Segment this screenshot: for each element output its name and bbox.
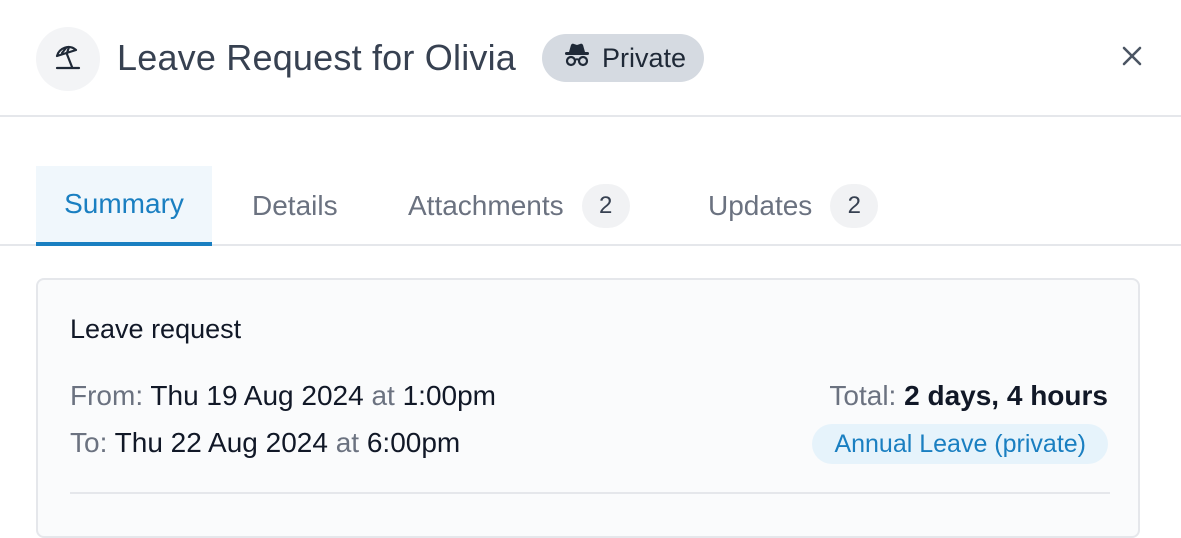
modal-header: Leave Request for Olivia Private bbox=[0, 0, 1181, 117]
total-value: 2 days, 4 hours bbox=[904, 380, 1108, 411]
total-label: Total: bbox=[829, 380, 897, 411]
tab-updates[interactable]: Updates 2 bbox=[708, 166, 879, 246]
tab-attachments-label: Attachments bbox=[408, 190, 564, 221]
updates-count-badge: 2 bbox=[830, 184, 879, 228]
to-date: Thu 22 Aug 2024 bbox=[114, 427, 328, 458]
to-row: To: Thu 22 Aug 2024 at 6:00pm bbox=[70, 427, 460, 459]
tab-updates-label: Updates bbox=[708, 190, 813, 221]
beach-umbrella-icon bbox=[53, 42, 83, 77]
incognito-icon bbox=[562, 42, 592, 75]
tab-attachments[interactable]: Attachments 2 bbox=[408, 166, 630, 246]
tab-details[interactable]: Details bbox=[252, 166, 338, 246]
leave-request-card: Leave request From: Thu 19 Aug 2024 at 1… bbox=[36, 278, 1140, 538]
attachments-count-badge: 2 bbox=[581, 184, 630, 228]
to-time: 6:00pm bbox=[366, 427, 461, 458]
from-at: at bbox=[371, 380, 395, 411]
tab-bar: Summary Details Attachments 2 Updates 2 bbox=[0, 166, 1181, 246]
to-label: To: bbox=[70, 427, 108, 458]
card-title: Leave request bbox=[70, 314, 242, 344]
close-button[interactable] bbox=[1114, 40, 1150, 76]
leave-type-avatar bbox=[36, 27, 100, 91]
total-duration: Total: 2 days, 4 hours bbox=[829, 380, 1108, 412]
from-row: From: Thu 19 Aug 2024 at 1:00pm bbox=[70, 380, 496, 412]
tab-details-label: Details bbox=[252, 190, 338, 221]
from-label: From: bbox=[70, 380, 144, 411]
close-icon[interactable] bbox=[1121, 45, 1143, 72]
tab-summary[interactable]: Summary bbox=[36, 166, 212, 246]
to-at: at bbox=[335, 427, 360, 458]
private-badge-label: Private bbox=[602, 42, 687, 73]
private-badge: Private bbox=[542, 34, 705, 82]
from-date: Thu 19 Aug 2024 bbox=[150, 380, 364, 411]
divider bbox=[70, 492, 1110, 494]
page-title: Leave Request for Olivia bbox=[117, 37, 517, 78]
tab-summary-label: Summary bbox=[64, 188, 184, 219]
from-time: 1:00pm bbox=[402, 380, 497, 411]
leave-type-badge: Annual Leave (private) bbox=[812, 424, 1108, 464]
